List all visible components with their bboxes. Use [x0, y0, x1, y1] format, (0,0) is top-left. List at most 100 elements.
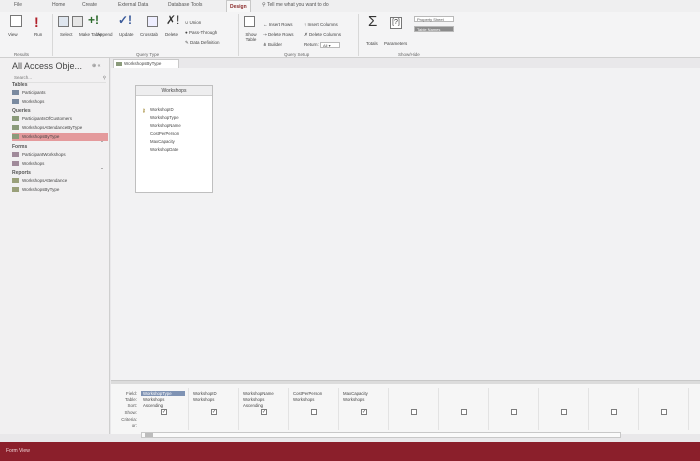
- parameters-icon[interactable]: [?]: [390, 17, 402, 29]
- table-field-list-workshops[interactable]: Workshops ⚷ WorkshopID WorkshopType Work…: [135, 85, 213, 193]
- tab-home[interactable]: Home: [52, 2, 65, 8]
- grid-column-divider[interactable]: [688, 388, 689, 430]
- pass-through-button[interactable]: ● Pass-Through: [185, 30, 217, 36]
- grid-field-cell[interactable]: [391, 391, 435, 396]
- chevron-up-icon[interactable]: ˆ: [101, 169, 103, 175]
- nav-category-forms[interactable]: Forms: [12, 144, 27, 150]
- nav-item-participants[interactable]: Participants: [12, 89, 108, 97]
- grid-table-cell[interactable]: Workshops: [141, 397, 185, 402]
- nav-item-workshops-by-type[interactable]: WorkshopsByType: [12, 133, 108, 141]
- grid-sort-cell[interactable]: [541, 403, 585, 408]
- grid-table-cell[interactable]: [441, 397, 485, 402]
- update-icon[interactable]: ✓!: [118, 13, 132, 27]
- grid-table-cell[interactable]: [391, 397, 435, 402]
- grid-table-cell[interactable]: [491, 397, 535, 402]
- nav-category-reports[interactable]: Reports: [12, 170, 31, 176]
- grid-table-cell[interactable]: [641, 397, 685, 402]
- nav-menu-icon[interactable]: ⊕ «: [92, 63, 100, 69]
- union-button[interactable]: ∪ Union: [185, 20, 201, 26]
- chevron-up-icon[interactable]: ˆ: [101, 142, 103, 148]
- grid-field-cell[interactable]: [541, 391, 585, 396]
- tab-database-tools[interactable]: Database Tools: [168, 2, 202, 8]
- parameters-button[interactable]: Parameters: [384, 41, 407, 47]
- grid-column-divider[interactable]: [288, 388, 289, 430]
- totals-icon[interactable]: Σ: [368, 13, 377, 30]
- grid-show-checkbox[interactable]: [561, 409, 567, 415]
- grid-sort-cell[interactable]: Ascending: [141, 403, 185, 408]
- tell-me-box[interactable]: ⚲ Tell me what you want to do: [262, 2, 329, 8]
- grid-table-cell[interactable]: Workshops: [241, 397, 285, 402]
- nav-item-participant-workshops[interactable]: ParticipantWorkshops: [12, 151, 108, 159]
- crosstab-icon[interactable]: [147, 16, 158, 27]
- insert-rows-button[interactable]: ← Insert Rows: [263, 22, 293, 28]
- grid-sort-cell[interactable]: [641, 403, 685, 408]
- grid-show-checkbox[interactable]: ✓: [211, 409, 217, 415]
- tab-design[interactable]: Design: [226, 0, 251, 12]
- tab-file[interactable]: File: [14, 2, 22, 8]
- grid-field-cell[interactable]: CostPerPerson: [291, 391, 335, 396]
- grid-show-checkbox[interactable]: [511, 409, 517, 415]
- select-query-icon[interactable]: [58, 16, 69, 27]
- run-button[interactable]: Run: [34, 32, 42, 38]
- grid-column-divider[interactable]: [488, 388, 489, 430]
- append-icon[interactable]: +!: [88, 13, 99, 27]
- nav-item-workshops-attendance[interactable]: WorkshopsAttendance: [12, 177, 108, 185]
- grid-table-cell[interactable]: Workshops: [191, 397, 235, 402]
- grid-table-cell[interactable]: [541, 397, 585, 402]
- grid-field-cell[interactable]: WorkshopType: [141, 391, 185, 396]
- select-button[interactable]: Select: [60, 32, 73, 38]
- property-sheet-button[interactable]: Property Sheet: [414, 16, 454, 22]
- nav-item-workshops-by-type-report[interactable]: WorkshopsByType: [12, 186, 108, 194]
- grid-field-cell[interactable]: MaxCapacity: [341, 391, 385, 396]
- grid-show-checkbox[interactable]: ✓: [261, 409, 267, 415]
- nav-pane-title[interactable]: All Access Obje...: [12, 61, 82, 71]
- grid-sort-cell[interactable]: [591, 403, 635, 408]
- insert-columns-button[interactable]: ↑ Insert Columns: [304, 22, 338, 28]
- tab-external-data[interactable]: External Data: [118, 2, 148, 8]
- delete-button[interactable]: Delete: [165, 32, 178, 38]
- show-table-icon[interactable]: [244, 16, 255, 27]
- grid-sort-cell[interactable]: [341, 403, 385, 408]
- show-table-button[interactable]: Show Table: [240, 32, 262, 42]
- grid-sort-cell[interactable]: [191, 403, 235, 408]
- view-button[interactable]: View: [8, 32, 18, 38]
- grid-show-checkbox[interactable]: [411, 409, 417, 415]
- grid-column-divider[interactable]: [388, 388, 389, 430]
- nav-item-participants-of-customers[interactable]: ParticipantsOfCustomers: [12, 115, 108, 123]
- field-list-item[interactable]: WorkshopDate: [150, 147, 178, 152]
- grid-table-cell[interactable]: [591, 397, 635, 402]
- totals-button[interactable]: Totals: [366, 41, 378, 47]
- grid-sort-cell[interactable]: [441, 403, 485, 408]
- grid-field-cell[interactable]: [591, 391, 635, 396]
- grid-show-checkbox[interactable]: [661, 409, 667, 415]
- make-table-icon[interactable]: [72, 16, 83, 27]
- grid-table-cell[interactable]: Workshops: [341, 397, 385, 402]
- nav-search-input[interactable]: Search... ⚲: [14, 75, 106, 83]
- grid-column-divider[interactable]: [588, 388, 589, 430]
- update-button[interactable]: Update: [119, 32, 134, 38]
- field-list-item[interactable]: MaxCapacity: [150, 139, 175, 144]
- table-names-button[interactable]: Table Names: [414, 26, 454, 32]
- nav-item-workshops-attendance-by-type[interactable]: WorkshopsAttendanceByType: [12, 124, 108, 132]
- document-tab[interactable]: WorkshopsByType: [113, 59, 179, 68]
- scrollbar-thumb[interactable]: [145, 433, 153, 437]
- grid-sort-cell[interactable]: [391, 403, 435, 408]
- datasheet-view-icon[interactable]: [10, 15, 22, 27]
- builder-button[interactable]: ⋔ Builder: [263, 42, 282, 48]
- nav-category-tables[interactable]: Tables: [12, 82, 27, 88]
- crosstab-button[interactable]: Crosstab: [140, 32, 158, 38]
- grid-column-divider[interactable]: [438, 388, 439, 430]
- grid-field-cell[interactable]: WorkshopName: [241, 391, 285, 396]
- return-select[interactable]: All ▾: [320, 42, 340, 48]
- grid-sort-cell[interactable]: Ascending: [241, 403, 285, 408]
- nav-item-workshops-form[interactable]: Workshops: [12, 160, 108, 168]
- grid-show-checkbox[interactable]: [461, 409, 467, 415]
- delete-query-icon[interactable]: ✗!: [166, 13, 179, 27]
- grid-sort-cell[interactable]: [491, 403, 535, 408]
- grid-field-cell[interactable]: [441, 391, 485, 396]
- grid-show-checkbox[interactable]: [611, 409, 617, 415]
- grid-show-checkbox[interactable]: ✓: [161, 409, 167, 415]
- grid-field-cell[interactable]: WorkshopID: [191, 391, 235, 396]
- nav-category-queries[interactable]: Queries: [12, 108, 31, 114]
- run-icon[interactable]: !: [34, 14, 39, 30]
